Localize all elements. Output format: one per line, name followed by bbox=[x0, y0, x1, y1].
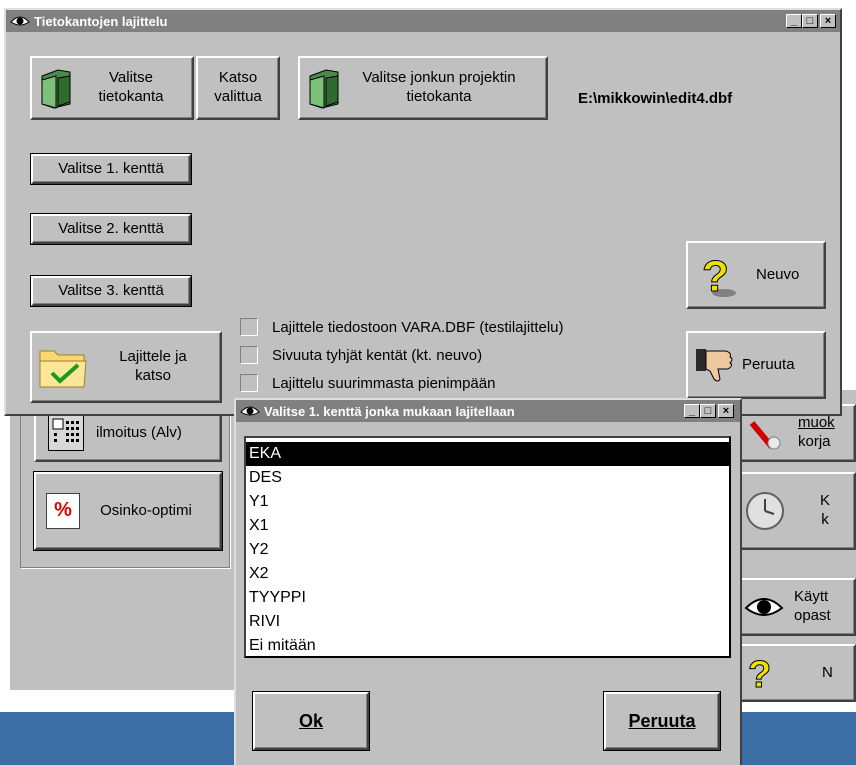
clock-button[interactable]: K k bbox=[738, 472, 856, 550]
dialog-minimize-button[interactable]: _ bbox=[684, 404, 700, 418]
choose-project-database-button[interactable]: Valitse jonkun projektin tietokanta bbox=[298, 56, 548, 120]
choose-database-button[interactable]: Valitse tietokanta bbox=[30, 56, 194, 120]
thumbs-down-icon bbox=[694, 345, 738, 385]
list-item[interactable]: DES bbox=[246, 466, 729, 490]
select-field-3-button[interactable]: Valitse 3. kenttä bbox=[30, 275, 192, 307]
test-sort-checkbox[interactable] bbox=[240, 318, 258, 336]
dialog-cancel-button[interactable]: Peruuta bbox=[603, 691, 721, 751]
select-field-1-button[interactable]: Valitse 1. kenttä bbox=[30, 153, 192, 185]
edit-correct-label-1: muok bbox=[798, 414, 835, 432]
cancel-button[interactable]: Peruuta bbox=[686, 331, 826, 399]
test-sort-label: Lajittele tiedostoon VARA.DBF (testilaji… bbox=[272, 318, 564, 336]
clock-icon bbox=[744, 490, 786, 532]
question-icon: ? bbox=[696, 251, 740, 302]
select-field-2-label: Valitse 2. kenttä bbox=[58, 219, 164, 237]
eye-icon bbox=[744, 592, 784, 622]
user-guide-button[interactable]: Käytt opast bbox=[738, 578, 856, 636]
option-row-descending[interactable]: Lajittelu suurimmasta pienimpään bbox=[240, 374, 495, 392]
pencil-icon bbox=[746, 413, 786, 453]
sort-and-view-label: Lajittele ja katso bbox=[119, 348, 187, 384]
dialog-close-button[interactable]: × bbox=[718, 404, 734, 418]
current-database-path: E:\mikkowin\edit4.dbf bbox=[578, 90, 733, 107]
list-item[interactable]: Y2 bbox=[246, 538, 729, 562]
option-row-test-sort[interactable]: Lajittele tiedostoon VARA.DBF (testilaji… bbox=[240, 318, 564, 336]
list-item[interactable]: Ei mitään bbox=[246, 634, 729, 658]
select-field-1-label: Valitse 1. kenttä bbox=[58, 159, 164, 177]
help-label: Neuvo bbox=[756, 265, 800, 283]
clock-label-2: k bbox=[821, 511, 829, 528]
dividend-optimizer-label: Osinko-optimi bbox=[100, 501, 192, 519]
dialog-maximize-button[interactable]: □ bbox=[700, 404, 716, 418]
dividend-optimizer-button[interactable]: % Osinko-optimi bbox=[33, 471, 223, 551]
descending-checkbox[interactable] bbox=[240, 374, 258, 392]
cancel-label: Peruuta bbox=[742, 355, 795, 373]
dialog-eye-icon bbox=[240, 404, 260, 418]
field-listbox[interactable]: EKA DES Y1 X1 Y2 X2 TYYPPI RIVI Ei mitään bbox=[244, 436, 731, 658]
project-folder-icon bbox=[304, 66, 344, 110]
list-item[interactable]: X1 bbox=[246, 514, 729, 538]
choose-project-database-label: Valitse jonkun projektin tietokanta bbox=[362, 69, 516, 105]
minimize-button[interactable]: _ bbox=[786, 14, 802, 28]
view-selected-button[interactable]: Katso valittua bbox=[196, 56, 280, 120]
dialog-cancel-label: Peruuta bbox=[628, 710, 696, 731]
list-item[interactable]: EKA bbox=[246, 442, 729, 466]
edit-correct-label-2: korja bbox=[798, 433, 831, 450]
list-item[interactable]: Y1 bbox=[246, 490, 729, 514]
main-window-title: Tietokantojen lajittelu bbox=[34, 13, 168, 29]
dialog-ok-button[interactable]: Ok bbox=[252, 691, 370, 751]
select-field-3-label: Valitse 3. kenttä bbox=[58, 281, 164, 299]
dialog-ok-label: Ok bbox=[298, 710, 323, 731]
dialog-titlebar[interactable]: Valitse 1. kenttä jonka mukaan lajitella… bbox=[236, 400, 740, 422]
close-button[interactable]: × bbox=[820, 14, 836, 28]
dialog-title: Valitse 1. kenttä jonka mukaan lajitella… bbox=[264, 403, 515, 419]
view-selected-label: Katso valittua bbox=[214, 69, 262, 105]
percent-icon: % bbox=[46, 493, 80, 529]
list-item[interactable]: TYYPPI bbox=[246, 586, 729, 610]
maximize-button[interactable]: □ bbox=[802, 14, 818, 28]
calculator-icon bbox=[48, 415, 84, 451]
alv-report-label: ilmoitus (Alv) bbox=[96, 423, 182, 441]
user-guide-label-2: opast bbox=[794, 607, 831, 624]
clock-label-1: K bbox=[820, 492, 831, 510]
skip-empty-label: Sivuuta tyhjät kentät (kt. neuvo) bbox=[272, 346, 483, 364]
folder-check-icon bbox=[38, 343, 90, 391]
help-question-icon: ? bbox=[744, 653, 782, 697]
folder-icon bbox=[36, 66, 76, 110]
list-item[interactable]: RIVI bbox=[246, 610, 729, 634]
sort-and-view-button[interactable]: Lajittele ja katso bbox=[30, 331, 222, 403]
list-item[interactable]: X2 bbox=[246, 562, 729, 586]
choose-database-label: Valitse tietokanta bbox=[98, 69, 164, 105]
main-titlebar[interactable]: Tietokantojen lajittelu _ □ × bbox=[6, 10, 840, 32]
skip-empty-checkbox[interactable] bbox=[240, 346, 258, 364]
descending-label: Lajittelu suurimmasta pienimpään bbox=[272, 374, 496, 392]
svg-text:?: ? bbox=[748, 654, 771, 693]
svg-text:?: ? bbox=[702, 252, 729, 299]
option-row-skip-empty[interactable]: Sivuuta tyhjät kentät (kt. neuvo) bbox=[240, 346, 482, 364]
select-field-2-button[interactable]: Valitse 2. kenttä bbox=[30, 213, 192, 245]
app-eye-icon bbox=[10, 14, 30, 28]
user-guide-label-1: Käytt bbox=[794, 588, 829, 606]
help-button[interactable]: ? Neuvo bbox=[686, 241, 826, 309]
background-help-button[interactable]: ? N bbox=[738, 644, 856, 702]
background-help-label: N bbox=[822, 663, 833, 681]
